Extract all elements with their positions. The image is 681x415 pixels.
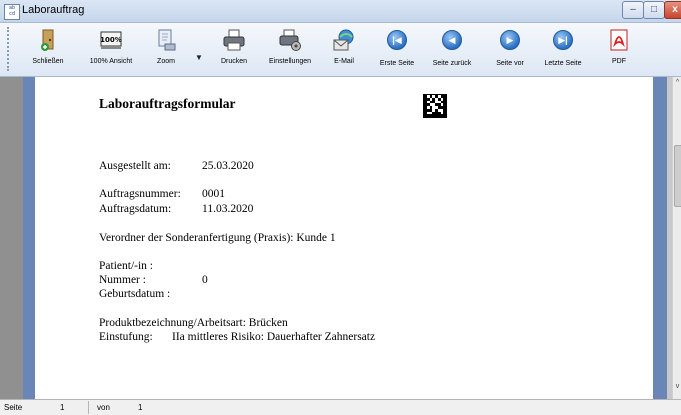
classification-label: Einstufung: <box>99 331 153 343</box>
order-number-label: Auftragsnummer: <box>99 188 181 200</box>
maximize-button[interactable]: □ <box>643 1 665 19</box>
settings-button[interactable]: Einstellungen <box>262 26 318 73</box>
previous-page-button[interactable]: ◀ Seite zurück <box>428 26 476 73</box>
zoom-icon <box>154 28 178 52</box>
datamatrix-barcode <box>423 94 447 118</box>
total-pages-value: 1 <box>138 403 143 412</box>
close-button[interactable]: x <box>664 1 681 19</box>
page-frame-left <box>23 77 35 399</box>
zoom-label: Zoom <box>157 58 175 65</box>
settings-label: Einstellungen <box>268 58 312 65</box>
print-button[interactable]: Drucken <box>212 26 256 73</box>
first-page-button[interactable]: |◀ Erste Seite <box>376 26 418 73</box>
pdf-icon <box>607 28 631 52</box>
email-icon <box>332 28 356 52</box>
current-page-value: 1 <box>60 403 65 412</box>
order-date-value: 11.03.2020 <box>202 203 254 215</box>
product-line: Produktbezeichnung/Arbeitsart: Brücken <box>99 317 288 329</box>
prescriber-line: Verordner der Sonderanfertigung (Praxis)… <box>99 232 336 244</box>
classification-value: IIa mittleres Risiko: Dauerhafter Zahner… <box>172 331 376 343</box>
email-label: E-Mail <box>334 58 354 65</box>
report-page: Laborauftragsformular Ausgestellt am: 25… <box>35 77 653 399</box>
issued-value: 25.03.2020 <box>202 160 254 172</box>
last-page-icon: ▶| <box>553 30 573 50</box>
zoom-100-label: 100% Ansicht <box>89 58 133 65</box>
next-page-label: Seite vor <box>496 60 524 67</box>
toolbar: Schließen 100% 100% Ansicht Zoom ▼ Druck… <box>0 23 681 77</box>
zoom-button[interactable]: Zoom <box>146 26 186 73</box>
first-page-label: Erste Seite <box>379 60 415 67</box>
minimize-button[interactable]: – <box>622 1 644 19</box>
first-page-icon: |◀ <box>387 30 407 50</box>
next-page-icon: ▶ <box>500 30 520 50</box>
document-title: Laborauftragsformular <box>99 96 236 111</box>
number-label: Nummer : <box>99 274 146 286</box>
issued-label: Ausgestellt am: <box>99 160 171 172</box>
window-title: Laborauftrag <box>22 4 85 16</box>
printer-icon <box>222 28 246 52</box>
title-bar: ab cd Laborauftrag – □ x <box>0 0 681 23</box>
scroll-down-arrow-icon[interactable]: v <box>673 383 681 397</box>
page-label: Seite <box>4 403 23 412</box>
zoom-100-icon: 100% <box>99 28 123 52</box>
next-page-button[interactable]: ▶ Seite vor <box>490 26 530 73</box>
exit-door-icon <box>36 28 60 52</box>
vertical-scrollbar[interactable]: ^ v <box>672 77 681 399</box>
birthdate-label: Geburtsdatum : <box>99 288 171 300</box>
printer-settings-icon <box>278 28 302 52</box>
print-label: Drucken <box>220 58 248 65</box>
toolbar-grip[interactable] <box>7 27 12 71</box>
pdf-label: PDF <box>612 58 626 65</box>
zoom-dropdown-caret-icon[interactable]: ▼ <box>195 53 203 62</box>
scrollbar-thumb[interactable] <box>674 145 681 207</box>
previous-page-label: Seite zurück <box>432 60 472 67</box>
pdf-button[interactable]: PDF <box>604 26 634 73</box>
email-button[interactable]: E-Mail <box>327 26 361 73</box>
document-viewport[interactable]: Laborauftragsformular Ausgestellt am: 25… <box>0 77 672 399</box>
last-page-label: Letzte Seite <box>544 60 582 67</box>
status-bar: Seite 1 von 1 <box>0 399 681 415</box>
last-page-button[interactable]: ▶| Letzte Seite <box>540 26 586 73</box>
status-separator <box>88 401 89 414</box>
order-number-value: 0001 <box>202 188 225 200</box>
previous-page-icon: ◀ <box>442 30 462 50</box>
of-label: von <box>97 403 110 412</box>
patient-label: Patient/-in : <box>99 260 153 272</box>
app-icon: ab cd <box>4 4 20 20</box>
page-frame-right <box>653 77 667 399</box>
close-report-label: Schließen <box>32 58 64 65</box>
order-date-label: Auftragsdatum: <box>99 203 172 215</box>
zoom-100-icon-text: 100% <box>100 36 122 44</box>
close-report-button[interactable]: Schließen <box>26 26 70 73</box>
zoom-100-button[interactable]: 100% 100% Ansicht <box>84 26 138 73</box>
scroll-up-arrow-icon[interactable]: ^ <box>673 79 681 93</box>
number-value: 0 <box>202 274 208 286</box>
